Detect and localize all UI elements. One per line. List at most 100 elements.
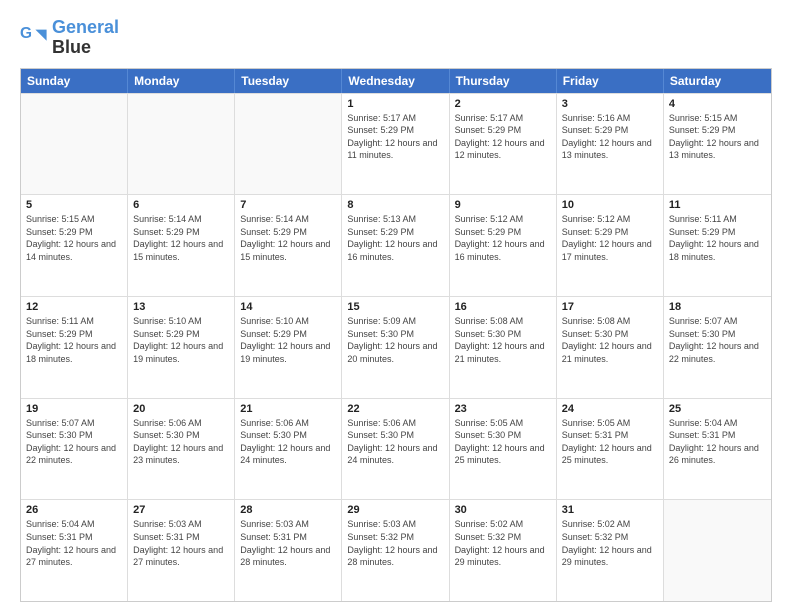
calendar-cell: [664, 500, 771, 601]
calendar-cell: [21, 94, 128, 195]
calendar-cell: 5 Sunrise: 5:15 AM Sunset: 5:29 PM Daylig…: [21, 195, 128, 296]
calendar-cell: 12Sunrise: 5:11 AM Sunset: 5:29 PM Dayli…: [21, 297, 128, 398]
day-number: 16: [455, 301, 551, 313]
day-info: Sunrise: 5:15 AM Sunset: 5:29 PM Dayligh…: [669, 112, 766, 162]
day-number: 5: [26, 199, 122, 211]
calendar-cell: 19Sunrise: 5:07 AM Sunset: 5:30 PM Dayli…: [21, 399, 128, 500]
day-info: Sunrise: 5:12 AM Sunset: 5:29 PM Dayligh…: [455, 213, 551, 263]
day-number: 9: [455, 199, 551, 211]
calendar-header: SundayMondayTuesdayWednesdayThursdayFrid…: [21, 69, 771, 93]
calendar-row: 5 Sunrise: 5:15 AM Sunset: 5:29 PM Daylig…: [21, 194, 771, 296]
day-info: Sunrise: 5:08 AM Sunset: 5:30 PM Dayligh…: [562, 315, 658, 365]
calendar-cell: 6Sunrise: 5:14 AM Sunset: 5:29 PM Daylig…: [128, 195, 235, 296]
day-number: 11: [669, 199, 766, 211]
calendar-cell: [128, 94, 235, 195]
day-number: 19: [26, 403, 122, 415]
day-number: 3: [562, 98, 658, 110]
calendar-cell: 13 Sunrise: 5:10 AM Sunset: 5:29 PM Dayli…: [128, 297, 235, 398]
day-number: 25: [669, 403, 766, 415]
day-number: 12: [26, 301, 122, 313]
weekday-header: Friday: [557, 69, 664, 93]
calendar-cell: 22 Sunrise: 5:06 AM Sunset: 5:30 PM Dayli…: [342, 399, 449, 500]
day-number: 2: [455, 98, 551, 110]
calendar-cell: 10Sunrise: 5:12 AM Sunset: 5:29 PM Dayli…: [557, 195, 664, 296]
day-info: Sunrise: 5:17 AM Sunset: 5:29 PM Dayligh…: [455, 112, 551, 162]
header: G General Blue: [20, 18, 772, 58]
day-info: Sunrise: 5:04 AM Sunset: 5:31 PM Dayligh…: [669, 417, 766, 467]
day-number: 28: [240, 504, 336, 516]
calendar-cell: 23Sunrise: 5:05 AM Sunset: 5:30 PM Dayli…: [450, 399, 557, 500]
day-info: Sunrise: 5:11 AM Sunset: 5:29 PM Dayligh…: [669, 213, 766, 263]
day-info: Sunrise: 5:02 AM Sunset: 5:32 PM Dayligh…: [455, 518, 551, 568]
day-info: Sunrise: 5:13 AM Sunset: 5:29 PM Dayligh…: [347, 213, 443, 263]
svg-text:G: G: [20, 25, 32, 42]
day-info: Sunrise: 5:08 AM Sunset: 5:30 PM Dayligh…: [455, 315, 551, 365]
day-info: Sunrise: 5:06 AM Sunset: 5:30 PM Dayligh…: [347, 417, 443, 467]
day-info: Sunrise: 5:10 AM Sunset: 5:29 PM Dayligh…: [133, 315, 229, 365]
day-number: 22: [347, 403, 443, 415]
weekday-header: Monday: [128, 69, 235, 93]
day-number: 8: [347, 199, 443, 211]
page: G General Blue SundayMondayTuesdayWednes…: [0, 0, 792, 612]
day-info: Sunrise: 5:12 AM Sunset: 5:29 PM Dayligh…: [562, 213, 658, 263]
weekday-header: Wednesday: [342, 69, 449, 93]
day-info: Sunrise: 5:09 AM Sunset: 5:30 PM Dayligh…: [347, 315, 443, 365]
day-number: 30: [455, 504, 551, 516]
day-number: 15: [347, 301, 443, 313]
day-info: Sunrise: 5:03 AM Sunset: 5:31 PM Dayligh…: [133, 518, 229, 568]
day-number: 24: [562, 403, 658, 415]
calendar-cell: 9 Sunrise: 5:12 AM Sunset: 5:29 PM Daylig…: [450, 195, 557, 296]
logo: G General Blue: [20, 18, 119, 58]
calendar-cell: 1 Sunrise: 5:17 AM Sunset: 5:29 PM Daylig…: [342, 94, 449, 195]
day-info: Sunrise: 5:15 AM Sunset: 5:29 PM Dayligh…: [26, 213, 122, 263]
calendar-cell: 30 Sunrise: 5:02 AM Sunset: 5:32 PM Dayli…: [450, 500, 557, 601]
day-info: Sunrise: 5:14 AM Sunset: 5:29 PM Dayligh…: [133, 213, 229, 263]
calendar-body: 1 Sunrise: 5:17 AM Sunset: 5:29 PM Daylig…: [21, 93, 771, 601]
day-number: 1: [347, 98, 443, 110]
day-number: 7: [240, 199, 336, 211]
day-info: Sunrise: 5:10 AM Sunset: 5:29 PM Dayligh…: [240, 315, 336, 365]
day-number: 31: [562, 504, 658, 516]
day-info: Sunrise: 5:03 AM Sunset: 5:32 PM Dayligh…: [347, 518, 443, 568]
day-number: 4: [669, 98, 766, 110]
day-number: 20: [133, 403, 229, 415]
day-info: Sunrise: 5:06 AM Sunset: 5:30 PM Dayligh…: [240, 417, 336, 467]
calendar-cell: 21Sunrise: 5:06 AM Sunset: 5:30 PM Dayli…: [235, 399, 342, 500]
calendar-cell: 7 Sunrise: 5:14 AM Sunset: 5:29 PM Daylig…: [235, 195, 342, 296]
calendar-cell: 16 Sunrise: 5:08 AM Sunset: 5:30 PM Dayli…: [450, 297, 557, 398]
calendar-cell: 26 Sunrise: 5:04 AM Sunset: 5:31 PM Dayli…: [21, 500, 128, 601]
calendar-cell: 3Sunrise: 5:16 AM Sunset: 5:29 PM Daylig…: [557, 94, 664, 195]
day-info: Sunrise: 5:03 AM Sunset: 5:31 PM Dayligh…: [240, 518, 336, 568]
calendar-row: 12Sunrise: 5:11 AM Sunset: 5:29 PM Dayli…: [21, 296, 771, 398]
day-info: Sunrise: 5:05 AM Sunset: 5:31 PM Dayligh…: [562, 417, 658, 467]
day-number: 14: [240, 301, 336, 313]
weekday-header: Tuesday: [235, 69, 342, 93]
calendar-cell: 27 Sunrise: 5:03 AM Sunset: 5:31 PM Dayli…: [128, 500, 235, 601]
calendar-row: 26 Sunrise: 5:04 AM Sunset: 5:31 PM Dayli…: [21, 499, 771, 601]
day-info: Sunrise: 5:14 AM Sunset: 5:29 PM Dayligh…: [240, 213, 336, 263]
calendar-cell: 24 Sunrise: 5:05 AM Sunset: 5:31 PM Dayli…: [557, 399, 664, 500]
calendar-cell: 14 Sunrise: 5:10 AM Sunset: 5:29 PM Dayli…: [235, 297, 342, 398]
calendar-cell: 15 Sunrise: 5:09 AM Sunset: 5:30 PM Dayli…: [342, 297, 449, 398]
weekday-header: Sunday: [21, 69, 128, 93]
calendar-cell: 20Sunrise: 5:06 AM Sunset: 5:30 PM Dayli…: [128, 399, 235, 500]
weekday-header: Saturday: [664, 69, 771, 93]
day-number: 29: [347, 504, 443, 516]
calendar-cell: 11 Sunrise: 5:11 AM Sunset: 5:29 PM Dayli…: [664, 195, 771, 296]
day-info: Sunrise: 5:05 AM Sunset: 5:30 PM Dayligh…: [455, 417, 551, 467]
day-info: Sunrise: 5:17 AM Sunset: 5:29 PM Dayligh…: [347, 112, 443, 162]
day-info: Sunrise: 5:04 AM Sunset: 5:31 PM Dayligh…: [26, 518, 122, 568]
day-number: 13: [133, 301, 229, 313]
day-info: Sunrise: 5:02 AM Sunset: 5:32 PM Dayligh…: [562, 518, 658, 568]
calendar-cell: 25 Sunrise: 5:04 AM Sunset: 5:31 PM Dayli…: [664, 399, 771, 500]
calendar-cell: 2 Sunrise: 5:17 AM Sunset: 5:29 PM Daylig…: [450, 94, 557, 195]
calendar-cell: 18Sunrise: 5:07 AM Sunset: 5:30 PM Dayli…: [664, 297, 771, 398]
day-number: 27: [133, 504, 229, 516]
calendar-cell: 31 Sunrise: 5:02 AM Sunset: 5:32 PM Dayli…: [557, 500, 664, 601]
day-number: 26: [26, 504, 122, 516]
weekday-header: Thursday: [450, 69, 557, 93]
day-number: 18: [669, 301, 766, 313]
calendar-cell: 8 Sunrise: 5:13 AM Sunset: 5:29 PM Daylig…: [342, 195, 449, 296]
calendar-cell: 28 Sunrise: 5:03 AM Sunset: 5:31 PM Dayli…: [235, 500, 342, 601]
calendar-row: 19Sunrise: 5:07 AM Sunset: 5:30 PM Dayli…: [21, 398, 771, 500]
